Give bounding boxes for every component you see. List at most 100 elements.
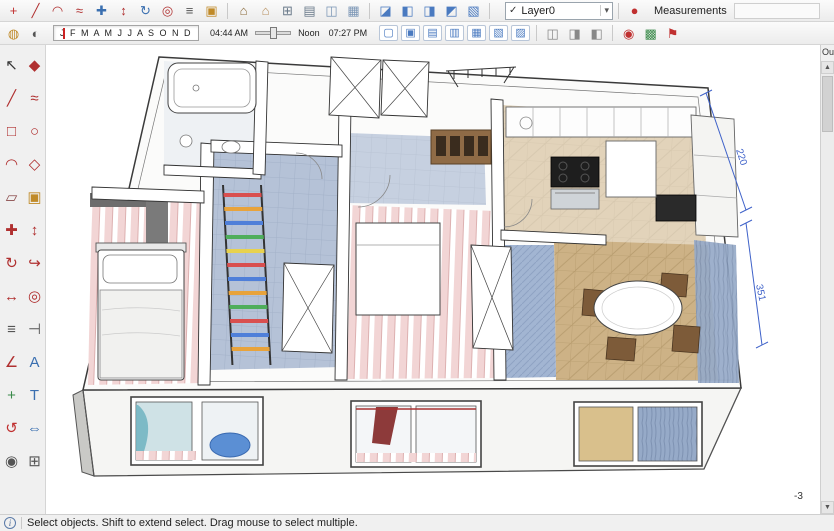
measurements-label: Measurements (654, 4, 727, 17)
section-fill-icon[interactable]: ◧ (586, 24, 607, 42)
measurements-input[interactable] (733, 2, 820, 19)
orbit-tool-icon[interactable]: ↺ (1, 418, 23, 440)
tray-title[interactable]: Ou... (821, 45, 834, 61)
back-view-icon[interactable]: ◩ (441, 2, 462, 20)
dimension-tool-icon[interactable]: ⊣ (24, 319, 46, 341)
sketchup-window: + ╱ ◠ ≈ ✚ ↕ ↻ ◎ ≡ ▣ ⌂ ⌂ ⊞ ▤ ◫ ▦ ◪ ◧ ◨ ◩ ▧ ✓ Layer0 ▾ ● Measu… (0, 0, 834, 531)
autosave-indicator-icon[interactable]: ● (624, 2, 645, 20)
hidden-line-style-icon[interactable]: ▥ (445, 25, 465, 41)
move-tool-icon[interactable]: ✚ (91, 2, 112, 20)
main-toolbar-icons: + ╱ ◠ ≈ ✚ ↕ ↻ ◎ ≡ ▣ ⌂ ⌂ ⊞ ▤ ◫ ▦ ◪ ◧ ◨ ◩ ▧ (3, 2, 494, 20)
move-tool-icon[interactable]: ✚ (1, 220, 23, 242)
tape-measure-icon[interactable]: ≡ (179, 2, 200, 20)
styles-icon[interactable]: ◍ (3, 24, 24, 42)
scroll-down-button[interactable]: ▼ (821, 501, 834, 514)
paint-bucket-icon[interactable]: ▣ (201, 2, 222, 20)
add-location-icon[interactable]: ◉ (618, 24, 639, 42)
freehand-tool-icon[interactable]: ≈ (24, 88, 46, 110)
3d-text-tool-icon[interactable]: T (24, 385, 46, 407)
polygon-tool-icon[interactable]: ◇ (24, 154, 46, 176)
wireframe-style-icon[interactable]: ▤ (423, 25, 443, 41)
noon-label: Noon (298, 28, 320, 38)
push-pull-tool-icon[interactable]: ↕ (24, 220, 46, 242)
side-view-icon[interactable]: ▧ (463, 2, 484, 20)
scale-tool-icon[interactable]: ↔ (1, 286, 23, 308)
layer-check-icon: ✓ (509, 5, 518, 16)
component-browser-icon[interactable]: ⌂ (255, 2, 276, 20)
toolbar-separator (618, 2, 619, 19)
toolbar-separator (227, 2, 228, 19)
layer-dropdown-value: Layer0 (521, 4, 556, 17)
offset-tool-icon[interactable]: ◎ (24, 286, 46, 308)
eraser-tool-icon[interactable]: ▱ (1, 187, 23, 209)
axes-tool-icon[interactable]: + (1, 385, 23, 407)
date-slider-marker[interactable] (63, 28, 65, 39)
text-tool-icon[interactable]: A (24, 352, 46, 374)
bed (95, 242, 187, 381)
center-room-furniture (355, 222, 441, 316)
model-canvas[interactable]: 220 351 -3 (46, 45, 820, 514)
freehand-tool-icon[interactable]: ≈ (69, 2, 90, 20)
iso-view-icon[interactable]: ◪ (375, 2, 396, 20)
months-strip: J F M A M J J A S O N D (60, 28, 193, 38)
shaded-style-icon[interactable]: ▦ (467, 25, 487, 41)
xray-style-icon[interactable]: ▢ (379, 25, 399, 41)
sideboard (430, 129, 492, 165)
shadow-toolbar: ◍ ◐ J F M A M J J A S O N D 04:44 AM Noon… (0, 22, 834, 45)
zoom-tool-icon[interactable]: ◉ (1, 451, 23, 473)
section-plane-icon[interactable]: ◫ (542, 24, 563, 42)
front-view-icon[interactable]: ◨ (419, 2, 440, 20)
window-middle (350, 400, 482, 468)
back-edges-style-icon[interactable]: ▣ (401, 25, 421, 41)
textured-style-icon[interactable]: ▧ (489, 25, 509, 41)
scrollbar-track[interactable] (821, 74, 834, 501)
time-slider[interactable] (255, 27, 292, 39)
rotate-tool-icon[interactable]: ↻ (1, 253, 23, 275)
toolbar-separator (536, 25, 538, 41)
pan-tool-icon[interactable]: ⇔ (24, 418, 46, 440)
photo-textures-icon[interactable]: ▩ (640, 24, 661, 42)
select-tool-icon[interactable]: ↖ (1, 55, 23, 77)
make-component-tool-icon[interactable]: ◆ (24, 55, 46, 77)
date-slider[interactable]: J F M A M J J A S O N D (53, 25, 200, 41)
shadow-toolbar-left-icons: ◍ ◐ (3, 24, 46, 42)
make-component-icon[interactable]: ⌂ (233, 2, 254, 20)
protractor-tool-icon[interactable]: ∠ (1, 352, 23, 374)
arc-tool-icon[interactable]: ◠ (1, 154, 23, 176)
main-toolbar: + ╱ ◠ ≈ ✚ ↕ ↻ ◎ ≡ ▣ ⌂ ⌂ ⊞ ▤ ◫ ▦ ◪ ◧ ◨ ◩ ▧ ✓ Layer0 ▾ ● Measu… (0, 0, 834, 22)
follow-me-tool-icon[interactable]: ↪ (24, 253, 46, 275)
right-tray-strip: Ou... ▲ ▼ (820, 45, 834, 514)
arc-tool-icon[interactable]: ◠ (47, 2, 68, 20)
cabinet-component-icon[interactable]: ◫ (321, 2, 342, 20)
scrollbar-thumb[interactable] (822, 76, 833, 132)
line-tool-icon[interactable]: ╱ (25, 2, 46, 20)
tool-palette: ↖ ◆ ╱ ≈ □ ○ ◠ ◇ ▱ ▣ ✚ ↕ ↻ ↪ ↔ ◎ ≡ ⊣ ∠ A + T ↺ ⇔ ◉ ⊞ (0, 45, 46, 514)
window-left (130, 396, 264, 466)
group-icon[interactable]: ⊞ (277, 2, 298, 20)
zoom-extents-tool-icon[interactable]: ⊞ (24, 451, 46, 473)
time-slider-thumb[interactable] (269, 27, 277, 39)
tape-measure-tool-icon[interactable]: ≡ (1, 319, 23, 341)
position-camera-icon[interactable]: ⚑ (662, 24, 683, 42)
axes-icon[interactable]: + (3, 2, 24, 20)
top-view-icon[interactable]: ◧ (397, 2, 418, 20)
paint-bucket-tool-icon[interactable]: ▣ (24, 187, 46, 209)
monochrome-style-icon[interactable]: ▨ (511, 25, 531, 41)
info-icon[interactable]: i (4, 517, 16, 529)
stairs-component-icon[interactable]: ▦ (343, 2, 364, 20)
section-cuts-icon[interactable]: ◨ (564, 24, 585, 42)
rotate-tool-icon[interactable]: ↻ (135, 2, 156, 20)
shadows-toggle-icon[interactable]: ◐ (25, 24, 46, 42)
canvas-corner-value: -3 (794, 491, 803, 502)
rectangle-tool-icon[interactable]: □ (1, 121, 23, 143)
circle-tool-icon[interactable]: ○ (24, 121, 46, 143)
scroll-up-button[interactable]: ▲ (821, 61, 834, 74)
layer-dropdown[interactable]: ✓ Layer0 ▾ (505, 1, 613, 20)
status-bar: i Select objects. Shift to extend select… (0, 514, 834, 531)
offset-tool-icon[interactable]: ◎ (157, 2, 178, 20)
chevron-down-icon[interactable]: ▾ (600, 5, 609, 16)
outliner-icon[interactable]: ▤ (299, 2, 320, 20)
toolbar-misc-icons: ● (614, 2, 645, 20)
push-pull-tool-icon[interactable]: ↕ (113, 2, 134, 20)
line-tool-icon[interactable]: ╱ (1, 88, 23, 110)
